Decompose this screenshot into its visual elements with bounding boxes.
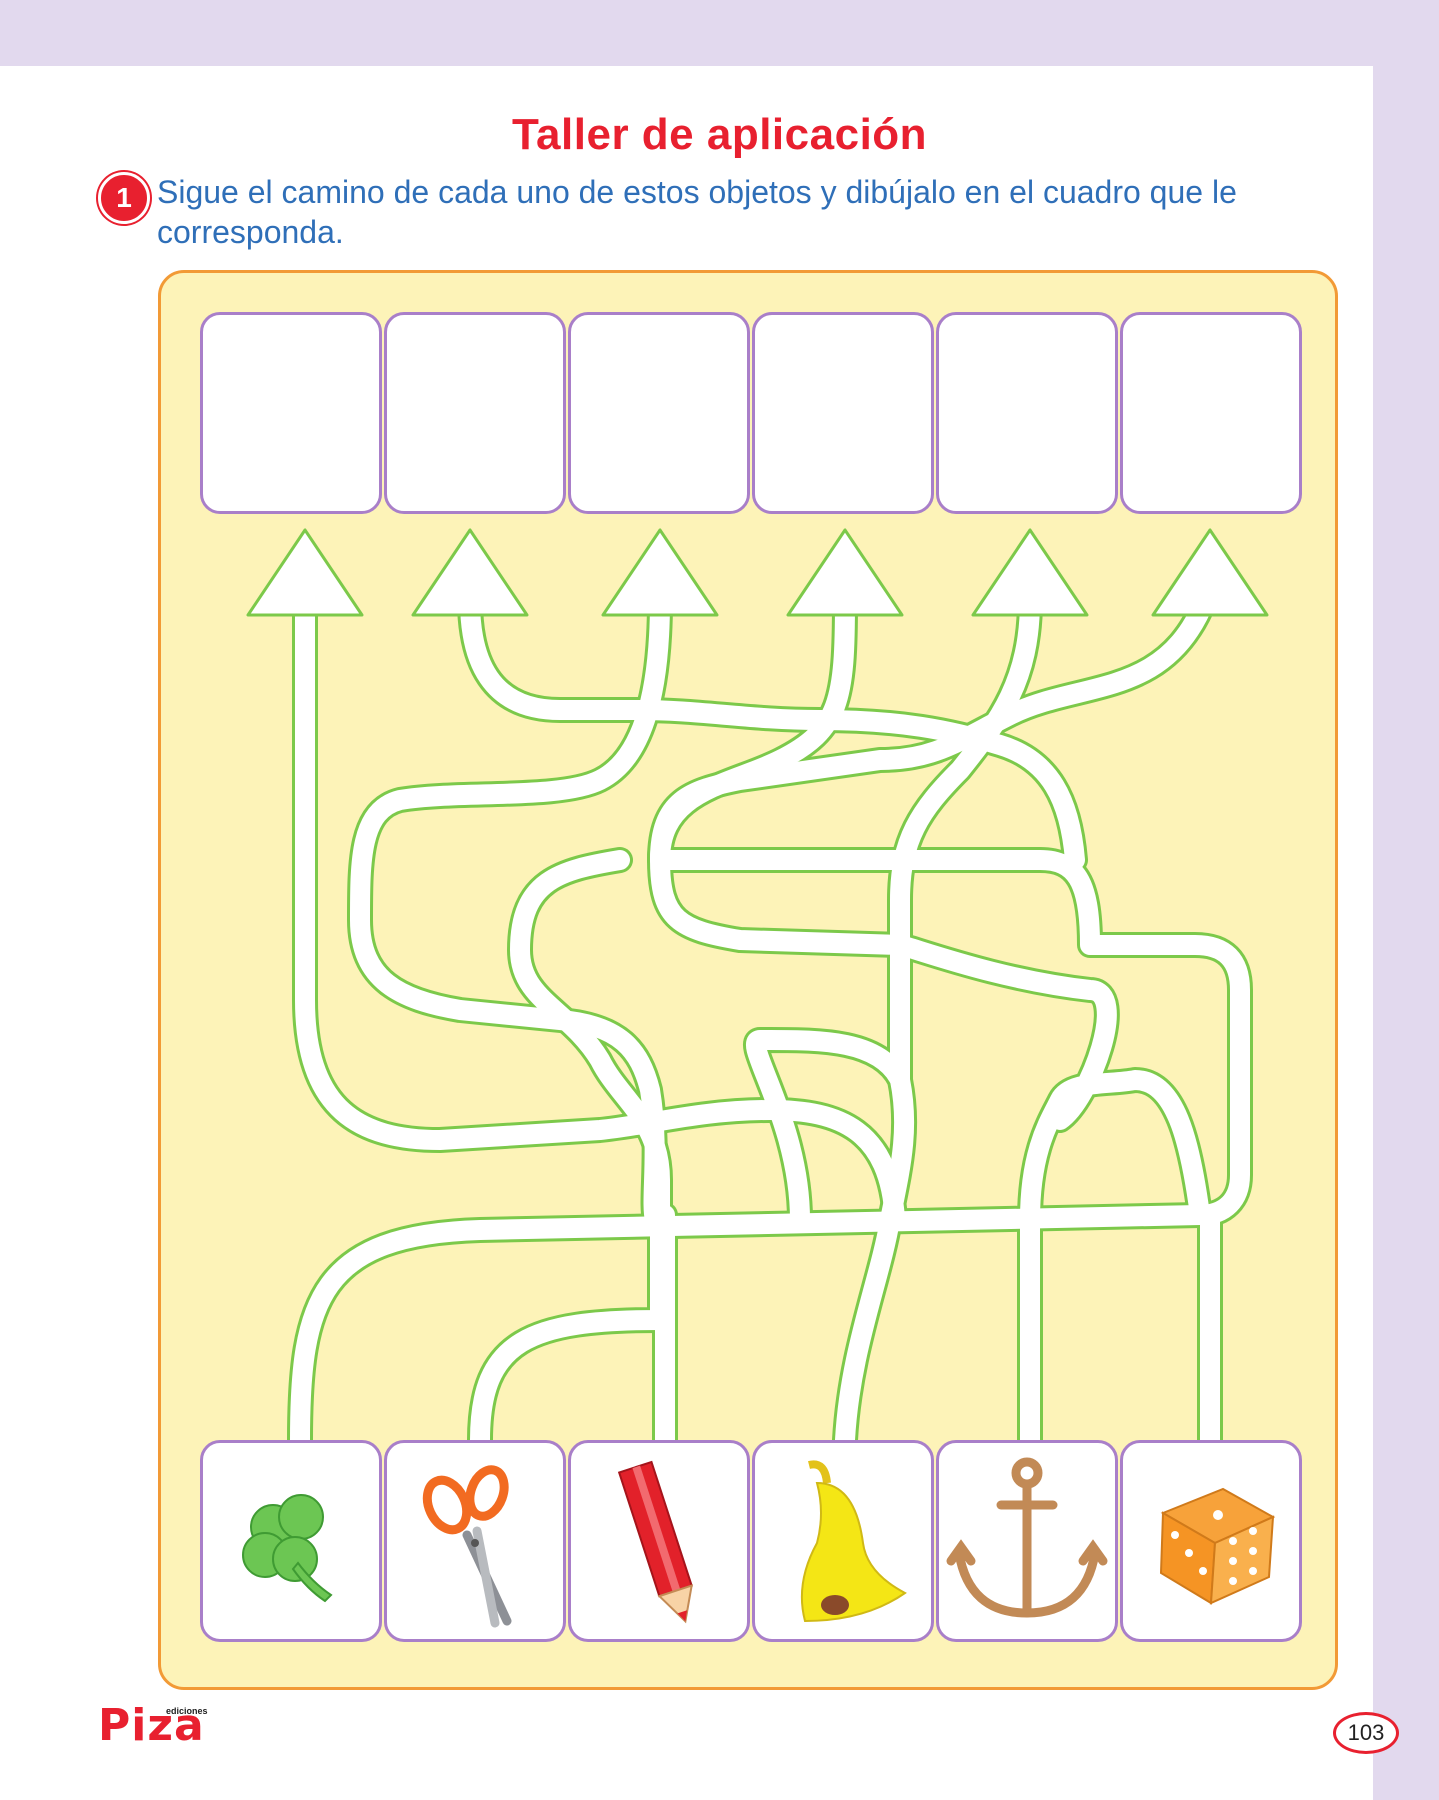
- bell-icon: [800, 1460, 907, 1623]
- object-box-clover: [200, 1440, 382, 1642]
- object-box-dice: [1120, 1440, 1302, 1642]
- anchor-icon: [946, 1457, 1108, 1618]
- object-box-bell: [752, 1440, 934, 1642]
- pencil-icon: [617, 1460, 693, 1624]
- object-box-scissors: [384, 1440, 566, 1642]
- page-number: 103: [1333, 1712, 1399, 1754]
- object-box-anchor: [936, 1440, 1118, 1642]
- scissors-icon: [422, 1465, 512, 1628]
- clover-icon: [242, 1494, 333, 1603]
- brand-subtitle: ediciones: [166, 1706, 208, 1716]
- dice-icon: [1159, 1487, 1276, 1605]
- object-box-pencil: [568, 1440, 750, 1642]
